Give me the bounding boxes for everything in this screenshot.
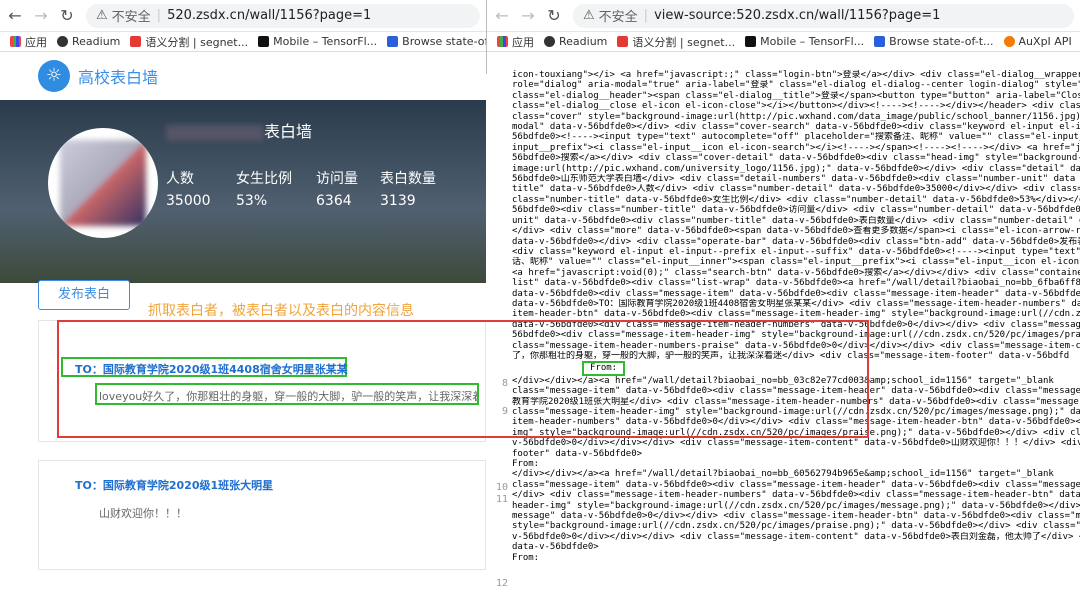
right-address-bar: ← → ↻ ⚠ 不安全 | view-source:520.zsdx.cn/wa… [487, 0, 1080, 32]
github-icon [745, 36, 757, 47]
source-line: style="background-image:url(//cdn.zsdx.c… [512, 521, 1080, 532]
security-label: 不安全 [598, 10, 638, 25]
source-line: </div> <div class="message-item-header-n… [512, 490, 1080, 501]
url-text: 520.zsdx.cn/wall/1156?page=1 [167, 8, 372, 23]
source-line: header-img" style="background-image:url(… [512, 500, 1080, 511]
site-logo-icon[interactable]: ☼ [38, 60, 70, 92]
url-text: view-source:520.zsdx.cn/wall/1156?page=1 [654, 8, 941, 23]
site-header: ☼ 高校表白墙 [0, 52, 486, 100]
paperswithcode-icon [874, 36, 886, 47]
source-line: From: [512, 552, 540, 563]
source-line: <a href="javascript:void(0);" class="sea… [512, 267, 1080, 278]
bookmark-apps[interactable]: 应用 [10, 34, 47, 50]
line-number: 12 [495, 578, 508, 589]
left-url-field[interactable]: ⚠ 不安全 | 520.zsdx.cn/wall/1156?page=1 [86, 3, 480, 28]
bookmark-tensorflow[interactable]: Mobile – TensorFl... [258, 35, 377, 48]
stat-confessions: 表白数量 3139 [380, 171, 436, 209]
source-line: </div></div></a><a href="/wall/detail?bi… [512, 469, 1054, 480]
message-item[interactable]: TO：国际教育学院2020级1班张大明星 山财欢迎你！！！ [38, 460, 486, 570]
right-url-field[interactable]: ⚠ 不安全 | view-source:520.zsdx.cn/wall/115… [573, 3, 1074, 28]
source-line: 56bdfde0>搜索</a></div> <div class="cover-… [512, 153, 1080, 164]
school-logo-avatar [48, 128, 158, 238]
bookmark-apps[interactable]: 应用 [497, 34, 534, 50]
source-line: class="cover" style="background-image:ur… [512, 111, 1080, 122]
paperswithcode-icon [387, 36, 399, 47]
left-address-bar: ← → ↻ ⚠ 不安全 | 520.zsdx.cn/wall/1156?page… [0, 0, 486, 32]
source-line: <div class="keyword el-input el-input--p… [512, 246, 1080, 257]
forward-arrow-icon[interactable]: → [517, 6, 539, 25]
bookmark-sota[interactable]: Browse state-of-t... [874, 35, 994, 48]
source-line: list" data-v-56bdfde0><div class="list-w… [512, 278, 1080, 289]
reload-icon[interactable]: ↻ [543, 6, 565, 25]
message-content: 山财欢迎你！！！ [99, 507, 187, 520]
source-line: modal" data-v-56bdfde0></div> <div class… [512, 122, 1080, 133]
post-confession-button[interactable]: 发布表白 [38, 280, 130, 310]
source-line: 话、昵称" value="" class="el-input__inner"><… [512, 257, 1080, 268]
source-line: icon-touxiang"></i> <a href="javascript:… [512, 70, 1080, 80]
line-number: 11 [495, 494, 508, 505]
source-line: From: [512, 459, 540, 470]
source-line: data-v-56bdfde0> [512, 542, 599, 553]
left-bookmarks-bar: 应用 Readium 语义分割 | segnet... Mobile – Ten… [0, 32, 486, 52]
source-line: item-header-btn" data-v-56bdfde0><div cl… [512, 309, 1080, 320]
stat-people: 人数 35000 [166, 171, 211, 209]
stat-visits: 访问量 6364 [316, 171, 358, 209]
github-icon [258, 36, 270, 47]
source-line: </div> <div class="more" data-v-56bdfde0… [512, 226, 1080, 237]
auxpi-icon [1003, 36, 1015, 47]
bookmark-tensorflow[interactable]: Mobile – TensorFl... [745, 35, 864, 48]
site-name[interactable]: 高校表白墙 [78, 64, 158, 88]
bookmark-sota[interactable]: Browse state-of-t... [387, 35, 486, 48]
bookmark-readium[interactable]: Readium [544, 35, 607, 48]
bookmark-segnet[interactable]: 语义分割 | segnet... [130, 34, 248, 50]
source-line: class="message-item" data-v-56bdfde0><di… [512, 479, 1080, 490]
source-line: 56bdfde0>山东师范大学表白墙</div> <div class="det… [512, 174, 1076, 185]
reload-icon[interactable]: ↻ [56, 6, 78, 25]
source-line: data-v-56bdfde0><div class="message-item… [512, 288, 1080, 299]
source-line: title" data-v-56bdfde0>人数</div> <div cla… [512, 184, 1080, 195]
apps-grid-icon [10, 36, 21, 47]
source-line: input__prefix"><i class="el-input__icon … [512, 142, 1080, 153]
readium-icon [544, 36, 555, 47]
c-logo-icon [617, 36, 629, 47]
warning-icon: ⚠ [96, 8, 108, 23]
source-line: 56bdfde0><div class="number-title" data-… [512, 205, 1080, 216]
source-line: image:url(http://pic.wxhand.com/universi… [512, 163, 1080, 174]
source-line: class="el-dialog__header"><span class="e… [512, 90, 1080, 101]
right-bookmarks-bar: 应用 Readium 语义分割 | segnet... Mobile – Ten… [487, 32, 1080, 52]
source-line: data-v-56bdfde0></div> <div class="opera… [512, 236, 1080, 247]
source-line: 56bdfde0><!----><input type="text" autoc… [512, 132, 1080, 143]
left-browser-window: ← → ↻ ⚠ 不安全 | 520.zsdx.cn/wall/1156?page… [0, 0, 486, 587]
wall-title: 表白墙 [166, 118, 312, 142]
source-line: class="number-title" data-v-56bdfde0>女生比… [512, 194, 1080, 205]
readium-icon [57, 36, 68, 47]
bookmark-readium[interactable]: Readium [57, 35, 120, 48]
school-banner: 表白墙 人数 35000 女生比例 53% 访问量 6364 表白数量 3139 [0, 100, 486, 283]
annotation-text: 抓取表白者，被表白者以及表白的内容信息 [148, 303, 414, 319]
page-source-view[interactable]: icon-touxiang"></i> <a href="javascript:… [512, 70, 1080, 563]
forward-arrow-icon[interactable]: → [30, 6, 52, 25]
stat-female-ratio: 女生比例 53% [236, 171, 292, 209]
bookmark-auxpi[interactable]: AuXpI API [1003, 35, 1072, 48]
source-line: v-56bdfde0>0</div></div></div> <div clas… [512, 531, 1080, 542]
apps-grid-icon [497, 36, 508, 47]
source-line: class="el-dialog__close el-icon el-icon-… [512, 101, 1080, 112]
back-arrow-icon[interactable]: ← [491, 6, 513, 25]
source-line: data-v-56bdfde0>TO：国际教育学院2020级1班4408宿舍女明… [512, 298, 1080, 309]
bookmark-segnet[interactable]: 语义分割 | segnet... [617, 34, 735, 50]
security-label: 不安全 [111, 10, 151, 25]
highlight-red-box [57, 320, 869, 438]
source-line: role="dialog" aria-modal="true" aria-lab… [512, 80, 1080, 91]
blurred-school-name [166, 124, 264, 141]
stats-row: 人数 35000 女生比例 53% 访问量 6364 表白数量 3139 [166, 168, 450, 212]
source-line: message" data-v-56bdfde0>0</div></div> <… [512, 511, 1080, 522]
source-line: footer" data-v-56bdfde0> [512, 448, 643, 459]
c-logo-icon [130, 36, 142, 47]
source-line: v-56bdfde0>0</div></div></div> <div clas… [512, 438, 1080, 449]
line-number: 10 [495, 482, 508, 493]
message-to: TO：国际教育学院2020级1班张大明星 [75, 479, 274, 492]
back-arrow-icon[interactable]: ← [4, 6, 26, 25]
warning-icon: ⚠ [583, 8, 595, 23]
source-line: unit" data-v-56bdfde0><div class="number… [512, 215, 1080, 226]
